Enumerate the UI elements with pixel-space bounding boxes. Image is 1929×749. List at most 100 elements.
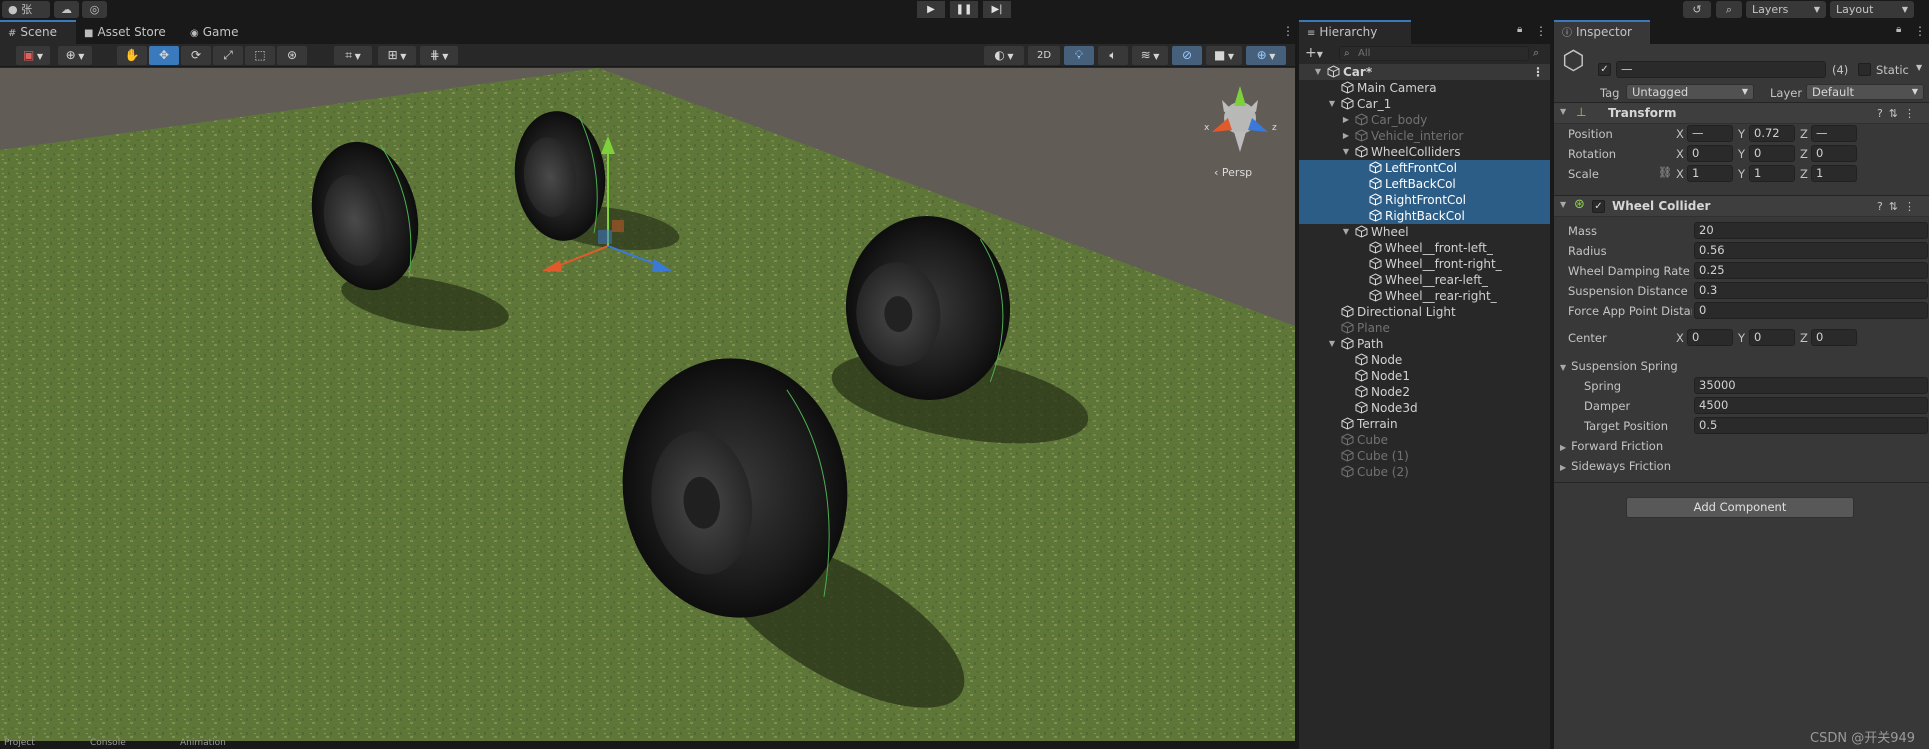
audio-toggle[interactable]: 🔈︎ — [1098, 46, 1128, 65]
grid-snap-button[interactable]: ⊞ ▼ — [378, 46, 416, 65]
position-y-field[interactable]: 0.72 — [1749, 125, 1795, 142]
mass-field[interactable]: 20 — [1694, 222, 1928, 239]
tab-animation[interactable]: Animation — [180, 738, 226, 748]
wheel-collider-header[interactable]: ▼ ⊛ ✓ Wheel Collider ?⇅⋮ — [1554, 195, 1929, 217]
object-name-field[interactable]: — — [1616, 61, 1826, 78]
more-options-icon[interactable]: ⋮ — [1282, 24, 1294, 38]
scale-tool-button[interactable]: ⤢ — [213, 46, 243, 65]
force-app-field[interactable]: 0 — [1694, 302, 1928, 319]
hierarchy-scene-root[interactable]: ▼ Car* ⋮ — [1299, 64, 1550, 80]
hierarchy-item-wheel-front-left[interactable]: Wheel__front-left_ — [1299, 240, 1550, 256]
search-button[interactable]: ⌕ — [1716, 1, 1742, 18]
center-y-field[interactable]: 0 — [1749, 329, 1795, 346]
expand-arrow-icon[interactable]: ▼ — [1341, 224, 1351, 240]
target-position-field[interactable]: 0.5 — [1694, 417, 1928, 434]
search-filter-icon[interactable]: ⌕ — [1533, 46, 1539, 60]
hierarchy-item-plane[interactable]: Plane — [1299, 320, 1550, 336]
active-checkbox[interactable]: ✓ — [1598, 63, 1611, 76]
center-x-field[interactable]: 0 — [1687, 329, 1733, 346]
rotate-tool-button[interactable]: ⟳ — [181, 46, 211, 65]
layout-dropdown[interactable]: Layout ▼ — [1830, 1, 1914, 18]
spring-field[interactable]: 35000 — [1694, 377, 1928, 394]
hierarchy-item-node3d[interactable]: Node3d — [1299, 400, 1550, 416]
lock-icon[interactable]: 🔒︎ — [1896, 24, 1901, 35]
tab-project[interactable]: Project — [4, 738, 35, 748]
damping-field[interactable]: 0.25 — [1694, 262, 1928, 279]
gizmo-persp-label[interactable]: ‹ Persp — [1214, 166, 1252, 179]
expand-arrow-icon[interactable]: ▼ — [1327, 336, 1337, 352]
rotation-y-field[interactable]: 0 — [1749, 145, 1795, 162]
add-component-button[interactable]: Add Component — [1626, 497, 1854, 518]
hierarchy-item-node1[interactable]: Node1 — [1299, 368, 1550, 384]
effects-button[interactable]: ≋ ▼ — [1132, 46, 1168, 65]
radius-field[interactable]: 0.56 — [1694, 242, 1928, 259]
more-options-icon[interactable]: ⋮ — [1535, 24, 1547, 38]
damper-field[interactable]: 4500 — [1694, 397, 1928, 414]
hierarchy-item-wheel-rear-left[interactable]: Wheel__rear-left_ — [1299, 272, 1550, 288]
hierarchy-item-leftfrontcol[interactable]: LeftFrontCol — [1299, 160, 1550, 176]
forward-friction-foldout[interactable]: ▶ Forward Friction — [1560, 439, 1663, 453]
hierarchy-item-car-1[interactable]: ▼ Car_1 — [1299, 96, 1550, 112]
transform-tool-button[interactable]: ⊛ — [277, 46, 307, 65]
lighting-toggle[interactable]: 💡︎ — [1064, 46, 1094, 65]
pivot-button[interactable]: ⌗ ▼ — [334, 46, 372, 65]
chevron-down-icon[interactable]: ▼ — [1916, 63, 1922, 72]
rect-tool-button[interactable]: ⬚ — [245, 46, 275, 65]
hierarchy-item-main-camera[interactable]: Main Camera — [1299, 80, 1550, 96]
collapse-arrow-icon[interactable]: ▶ — [1341, 128, 1351, 144]
step-button[interactable]: ▶| — [983, 1, 1011, 18]
layer-dropdown[interactable]: Default ▼ — [1806, 84, 1924, 100]
play-button[interactable]: ▶ — [917, 1, 945, 18]
pause-button[interactable]: ❚❚ — [950, 1, 978, 18]
more-options-icon[interactable]: ⋮ — [1532, 64, 1544, 80]
expand-arrow-icon[interactable]: ▼ — [1327, 96, 1337, 112]
mode-2d-button[interactable]: 2D — [1028, 46, 1060, 65]
tab-hierarchy[interactable]: ≡ Hierarchy — [1299, 20, 1411, 44]
move-tool-button[interactable]: ✥ — [149, 46, 179, 65]
position-x-field[interactable]: — — [1687, 125, 1733, 142]
tab-inspector[interactable]: ⓘ Inspector — [1554, 20, 1650, 44]
position-z-field[interactable]: — — [1811, 125, 1857, 142]
gizmos-button[interactable]: ⊕ ▼ — [1246, 46, 1286, 65]
suspension-spring-foldout[interactable]: ▼ Suspension Spring — [1560, 359, 1678, 373]
hierarchy-item-terrain[interactable]: Terrain — [1299, 416, 1550, 432]
hierarchy-item-cube-1[interactable]: Cube (1) — [1299, 448, 1550, 464]
hand-tool-button[interactable]: ✋ — [117, 46, 147, 65]
hierarchy-item-wheelcolliders[interactable]: ▼ WheelColliders — [1299, 144, 1550, 160]
more-options-icon[interactable]: ⋮ — [1914, 24, 1926, 38]
camera-settings-button[interactable]: ■ ▼ — [1206, 46, 1242, 65]
tab-console[interactable]: Console — [90, 738, 126, 748]
center-z-field[interactable]: 0 — [1811, 329, 1857, 346]
transform-header[interactable]: ▼ ⊥ Transform ?⇅⋮ — [1554, 102, 1929, 124]
tag-dropdown[interactable]: Untagged ▼ — [1626, 84, 1754, 100]
scale-y-field[interactable]: 1 — [1749, 165, 1795, 182]
rotation-z-field[interactable]: 0 — [1811, 145, 1857, 162]
static-checkbox[interactable] — [1858, 63, 1871, 76]
expand-arrow-icon[interactable]: ▼ — [1313, 64, 1323, 80]
hierarchy-item-cube[interactable]: Cube — [1299, 432, 1550, 448]
expand-arrow-icon[interactable]: ▼ — [1341, 144, 1351, 160]
hierarchy-item-wheel-front-right[interactable]: Wheel__front-right_ — [1299, 256, 1550, 272]
hierarchy-item-rightbackcol[interactable]: RightBackCol — [1299, 208, 1550, 224]
hierarchy-item-wheel-rear-right[interactable]: Wheel__rear-right_ — [1299, 288, 1550, 304]
link-icon[interactable]: ⛓︎ — [1658, 166, 1672, 179]
scale-x-field[interactable]: 1 — [1687, 165, 1733, 182]
view-options-button[interactable]: ⊕ ▼ — [58, 46, 92, 65]
component-menu-icons[interactable]: ?⇅⋮ — [1877, 200, 1921, 213]
sideways-friction-foldout[interactable]: ▶ Sideways Friction — [1560, 459, 1671, 473]
increment-snap-button[interactable]: ⋕ ▼ — [420, 46, 458, 65]
rotation-x-field[interactable]: 0 — [1687, 145, 1733, 162]
hierarchy-item-node[interactable]: Node — [1299, 352, 1550, 368]
hierarchy-item-leftbackcol[interactable]: LeftBackCol — [1299, 176, 1550, 192]
scale-z-field[interactable]: 1 — [1811, 165, 1857, 182]
account-button[interactable]: ● 张 ▼ — [2, 1, 50, 18]
layers-dropdown[interactable]: Layers ▼ — [1746, 1, 1826, 18]
hierarchy-item-directional-light[interactable]: Directional Light — [1299, 304, 1550, 320]
tab-game[interactable]: ◉ Game — [182, 20, 246, 44]
scene-viewport[interactable]: x z ‹ Persp — [0, 68, 1295, 741]
collab-button[interactable]: ◎ — [82, 1, 107, 18]
shading-mode-button[interactable]: ◐ ▼ — [984, 46, 1024, 65]
hierarchy-item-rightfrontcol[interactable]: RightFrontCol — [1299, 192, 1550, 208]
hierarchy-item-vehicle-interior[interactable]: ▶ Vehicle_interior — [1299, 128, 1550, 144]
hierarchy-search-input[interactable]: ⌕ All — [1339, 46, 1529, 61]
